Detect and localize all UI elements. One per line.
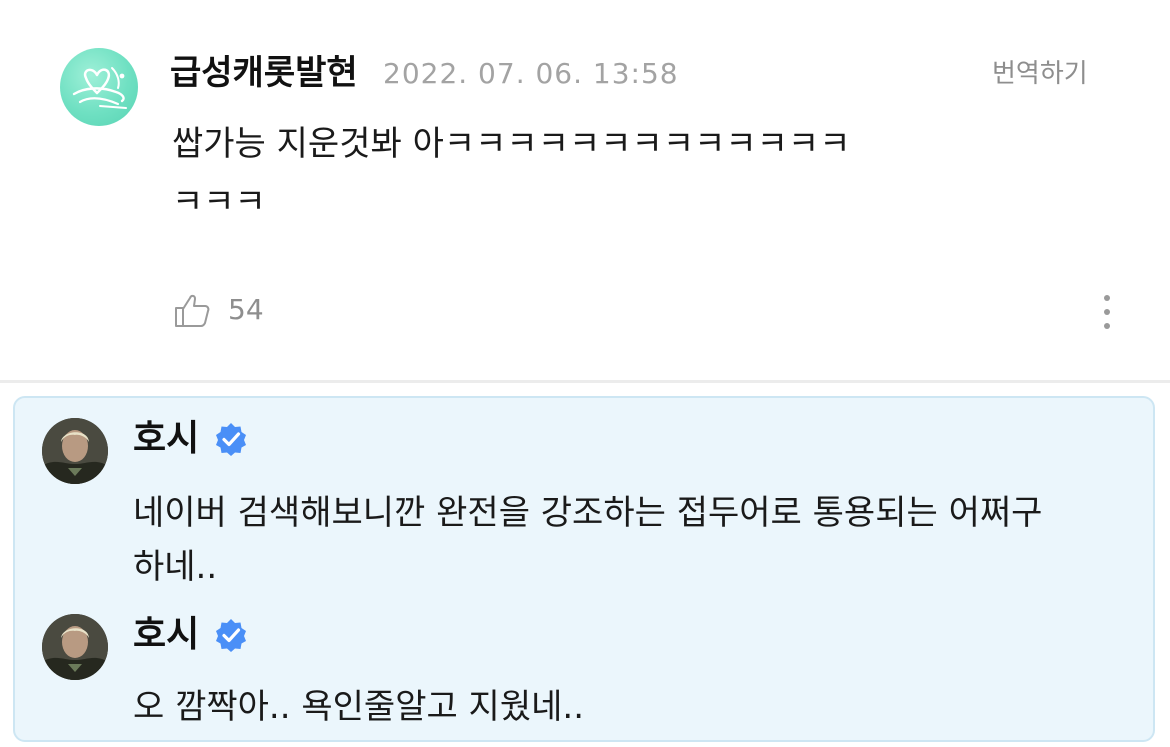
comment: 급성캐롯발현 2022. 07. 06. 13:58 번역하기 쌉가능 지운것봐… — [0, 0, 1170, 380]
reply-text-line: 오 깜짝아.. 욕인줄알고 지웠네.. — [133, 687, 585, 727]
artist-name[interactable]: 호시 — [133, 416, 199, 462]
comment-text: 쌉가능 지운것봐 아ㅋㅋㅋㅋㅋㅋㅋㅋㅋㅋㅋㅋㅋ ㅋㅋㅋ — [172, 115, 952, 231]
artist-reply-box: 호시 네이버 검색해보니깐 완전을 강조하는 접두어로 통용되는 어쩌구 하네.… — [13, 396, 1155, 742]
commenter-avatar[interactable] — [60, 48, 138, 126]
verified-badge-icon — [216, 619, 246, 652]
comment-date: 2022. 07. 06. 13:58 — [383, 57, 679, 90]
comment-author[interactable]: 급성캐롯발현 — [170, 50, 358, 96]
comment-divider — [0, 380, 1170, 383]
artist-photo — [42, 418, 108, 484]
artist-avatar[interactable] — [42, 614, 108, 680]
heart-signature-avatar-icon — [72, 67, 127, 109]
thumbs-up-icon[interactable] — [172, 290, 212, 330]
translate-button[interactable]: 번역하기 — [992, 56, 1088, 92]
reply-text-line: 하네.. — [133, 547, 218, 587]
artist-reply-text: 네이버 검색해보니깐 완전을 강조하는 접두어로 통용되는 어쩌구 하네.. — [133, 486, 1133, 594]
like-count: 54 — [228, 293, 264, 326]
artist-reply-text: 오 깜짝아.. 욕인줄알고 지웠네.. — [133, 680, 1133, 734]
comment-text-line: 쌉가능 지운것봐 아ㅋㅋㅋㅋㅋㅋㅋㅋㅋㅋㅋㅋㅋ — [172, 124, 851, 164]
more-vertical-icon[interactable] — [1092, 292, 1122, 332]
comment-text-line: ㅋㅋㅋ — [172, 182, 266, 222]
reply-text-line: 네이버 검색해보니깐 완전을 강조하는 접두어로 통용되는 어쩌구 — [133, 493, 1043, 533]
artist-avatar[interactable] — [42, 418, 108, 484]
comment-thread-page: 급성캐롯발현 2022. 07. 06. 13:58 번역하기 쌉가능 지운것봐… — [0, 0, 1170, 747]
artist-name[interactable]: 호시 — [133, 612, 199, 658]
artist-photo — [42, 614, 108, 680]
verified-badge-icon — [216, 423, 246, 456]
